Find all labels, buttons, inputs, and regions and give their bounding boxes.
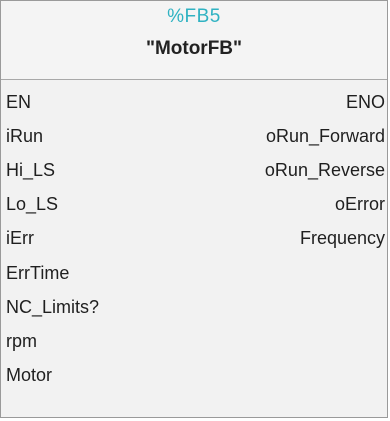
block-header: %FB5 "MotorFB" bbox=[1, 1, 387, 79]
input-pin-nc-limits[interactable]: NC_Limits? bbox=[6, 290, 99, 324]
header-divider bbox=[1, 79, 387, 80]
pin-row-hi-ls: Hi_LS oRun_Reverse bbox=[1, 153, 387, 187]
pin-row-ierr: iErr Frequency bbox=[1, 221, 387, 255]
pin-row-rpm: rpm bbox=[1, 324, 387, 358]
input-pin-hi-ls[interactable]: Hi_LS bbox=[6, 153, 55, 187]
output-pin-oerror[interactable]: oError bbox=[335, 187, 385, 221]
output-pin-orun-forward[interactable]: oRun_Forward bbox=[266, 119, 385, 153]
input-pin-irun[interactable]: iRun bbox=[6, 119, 43, 153]
function-block[interactable]: %FB5 "MotorFB" EN ENO iRun oRun_Forward … bbox=[0, 0, 388, 418]
input-pin-motor[interactable]: Motor bbox=[6, 358, 52, 392]
output-pin-orun-reverse[interactable]: oRun_Reverse bbox=[265, 153, 385, 187]
pin-row-en: EN ENO bbox=[1, 85, 387, 119]
output-pin-eno[interactable]: ENO bbox=[346, 85, 385, 119]
input-pin-ierr[interactable]: iErr bbox=[6, 221, 34, 255]
pin-row-lo-ls: Lo_LS oError bbox=[1, 187, 387, 221]
input-pin-en[interactable]: EN bbox=[6, 85, 31, 119]
output-pin-frequency[interactable]: Frequency bbox=[300, 221, 385, 255]
block-title: "MotorFB" bbox=[145, 38, 243, 59]
input-pin-lo-ls[interactable]: Lo_LS bbox=[6, 187, 58, 221]
pin-row-errtime: ErrTime bbox=[1, 256, 387, 290]
input-pin-rpm[interactable]: rpm bbox=[6, 324, 37, 358]
pin-row-motor: Motor bbox=[1, 358, 387, 392]
pin-row-irun: iRun oRun_Forward bbox=[1, 119, 387, 153]
pin-row-nc-limits: NC_Limits? bbox=[1, 290, 387, 324]
instance-db-label[interactable]: %FB5 bbox=[1, 6, 387, 28]
input-pin-errtime[interactable]: ErrTime bbox=[6, 256, 69, 290]
